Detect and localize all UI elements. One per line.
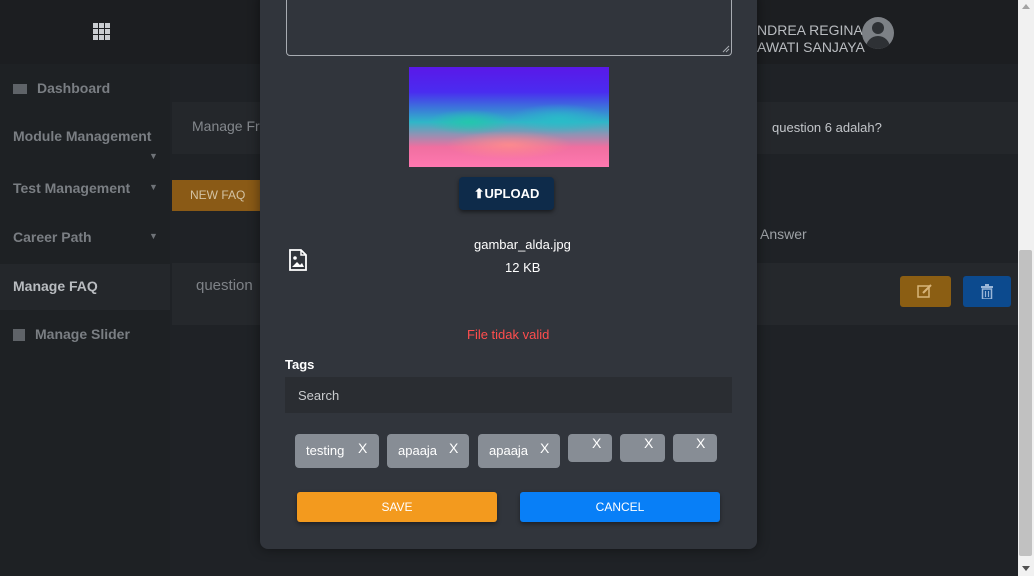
sidebar-item-test-management[interactable]: Test Management <box>13 180 130 196</box>
delete-button[interactable] <box>963 276 1011 307</box>
sidebar-item-label: Test Management <box>13 180 131 196</box>
file-size: 12 KB <box>505 260 541 275</box>
chevron-down-icon: ▼ <box>149 182 158 192</box>
cancel-button[interactable]: CANCEL <box>520 492 720 522</box>
sidebar-item-dashboard[interactable]: Dashboard <box>13 80 110 96</box>
tag-chip: X <box>673 434 717 462</box>
chevron-down-icon: ▼ <box>149 151 158 161</box>
tag-chip: X <box>568 434 612 462</box>
sidebar-item-module-management[interactable]: Module Management <box>13 128 151 144</box>
sidebar-item-manage-faq[interactable]: Manage FAQ <box>13 278 98 294</box>
sidebar-item-label: Manage FAQ <box>13 278 98 294</box>
tag-remove-button[interactable]: X <box>540 440 549 456</box>
save-button[interactable]: SAVE <box>297 492 497 522</box>
upload-button[interactable]: ⬆UPLOAD <box>459 177 554 210</box>
tag-chip: apaaja X <box>387 434 469 468</box>
tag-chip: X <box>620 434 665 462</box>
question-title: question 6 adalah? <box>772 120 882 135</box>
apps-grid-icon[interactable] <box>93 23 112 40</box>
tag-label: testing <box>306 443 345 458</box>
trash-icon <box>981 284 993 299</box>
tag-remove-button[interactable]: X <box>644 435 653 451</box>
sidebar-item-label: Dashboard <box>37 80 111 96</box>
slider-icon <box>13 329 25 342</box>
tag-remove-button[interactable]: X <box>358 440 367 456</box>
tag-label: apaaja <box>398 443 438 458</box>
tag-chip: apaaja X <box>478 434 560 468</box>
tags-label: Tags <box>285 357 315 372</box>
tag-chip: testing X <box>295 434 379 468</box>
upload-icon: ⬆ <box>473 186 485 201</box>
sidebar-item-manage-slider[interactable]: Manage Slider <box>13 326 130 342</box>
scrollbar-thumb[interactable] <box>1019 250 1032 556</box>
answer-column-header: Answer <box>760 226 807 242</box>
image-file-icon <box>289 249 307 271</box>
scroll-up-arrow-icon[interactable] <box>1022 4 1030 9</box>
sidebar-item-label: Module Management <box>13 128 152 144</box>
file-name: gambar_alda.jpg <box>474 237 571 252</box>
sidebar-item-career-path[interactable]: Career Path <box>13 229 92 245</box>
dashboard-icon <box>13 84 27 95</box>
avatar[interactable] <box>862 17 894 49</box>
user-name: NDREA REGINA AWATI SANJAYA <box>757 22 865 56</box>
tag-remove-button[interactable]: X <box>449 440 458 456</box>
sidebar-item-label: Manage Slider <box>35 326 130 342</box>
tag-remove-button[interactable]: X <box>592 435 601 451</box>
upload-label: UPLOAD <box>484 186 540 201</box>
scroll-down-arrow-icon[interactable] <box>1022 566 1030 571</box>
user-name-line-2: AWATI SANJAYA <box>757 39 865 55</box>
tag-search-input[interactable] <box>285 377 732 413</box>
sidebar-item-label: Career Path <box>13 229 92 245</box>
tag-label: apaaja <box>489 443 529 458</box>
edit-icon <box>917 284 932 298</box>
chevron-down-icon: ▼ <box>149 231 158 241</box>
tag-remove-button[interactable]: X <box>696 435 705 451</box>
row-question: question <box>196 277 253 294</box>
error-message: File tidak valid <box>467 327 550 342</box>
new-faq-button[interactable]: NEW FAQ <box>172 180 262 211</box>
user-name-line-1: NDREA REGINA <box>757 22 863 38</box>
image-preview <box>409 67 609 167</box>
answer-textarea[interactable] <box>286 0 732 56</box>
resize-grip-icon[interactable] <box>722 45 730 53</box>
page-title: Manage Fr <box>192 118 260 134</box>
edit-button[interactable] <box>900 276 951 307</box>
